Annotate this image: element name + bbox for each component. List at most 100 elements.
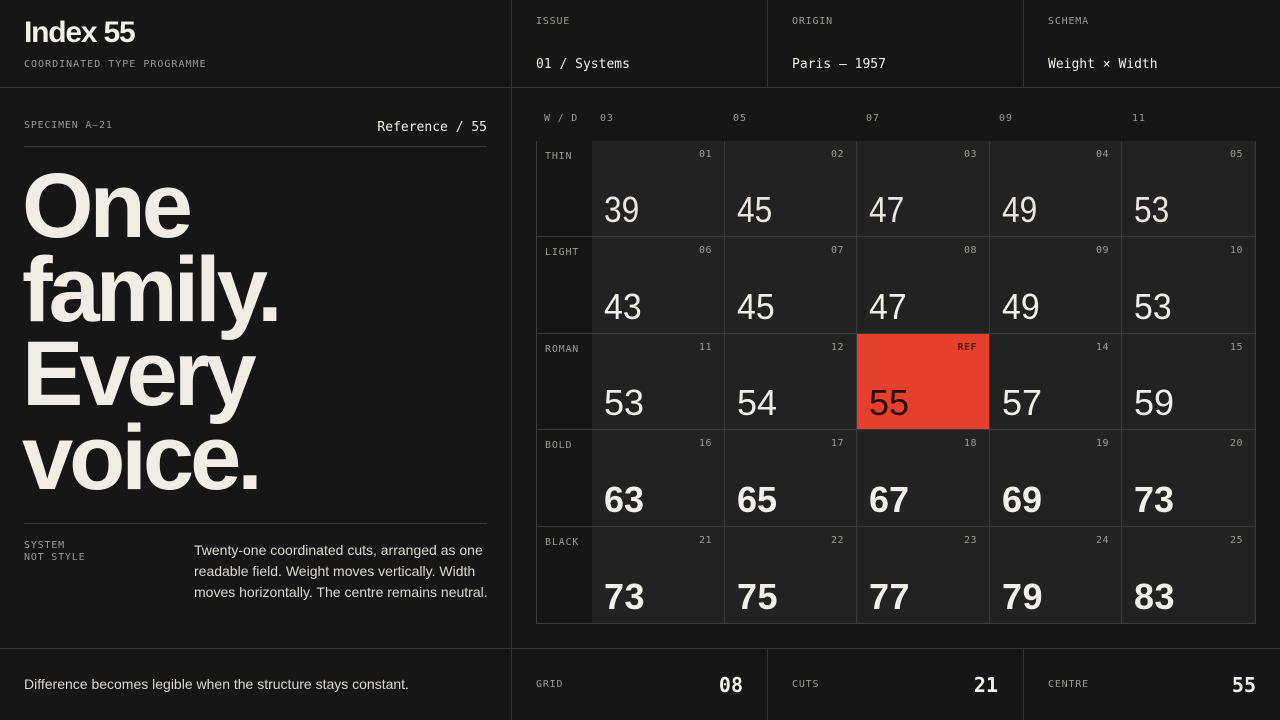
grid-cell[interactable]: 07 45 [725,237,857,334]
column-header: 09 [999,113,1013,124]
stat-value-centre: 55 [1231,673,1256,697]
column-header: 05 [733,113,747,124]
cell-index: 03 [963,149,977,160]
meta-label-issue: ISSUE [536,16,571,27]
grid-cell[interactable]: 12 54 [725,334,857,430]
headline-line: Every [22,323,257,425]
header-divider [0,87,1280,88]
cell-value: 73 [604,576,646,617]
row-label: THIN [545,151,573,162]
cell-index: 21 [698,535,712,546]
cell-value: 49 [1002,189,1038,230]
grid-cell[interactable]: 09 49 [990,237,1122,334]
reference-cell[interactable]: REF 55 [857,334,990,430]
meta-value-schema: Weight × Width [1048,57,1158,72]
grid-cell[interactable]: 05 53 [1122,141,1256,237]
system-tag-line: SYSTEM [24,540,65,551]
specimen-label: SPECIMEN A—21 [24,120,113,131]
cell-value: 73 [1134,479,1175,520]
grid-cell[interactable]: 01 39 [592,141,725,237]
cell-index: 07 [830,245,844,256]
cell-index: 19 [1095,438,1109,449]
cell-value: 69 [1002,479,1043,520]
cell-index: 04 [1095,149,1109,160]
cell-value: 63 [604,479,645,520]
grid-cell[interactable]: 23 77 [857,527,990,624]
meta-label-schema: SCHEMA [1048,16,1089,27]
headline-line: voice. [22,407,263,509]
grid-cell[interactable]: 11 53 [592,334,725,430]
grid-cell[interactable]: 22 75 [725,527,857,624]
stat-label-centre: CENTRE [1048,679,1089,690]
cell-value: 53 [1134,286,1172,327]
cell-value: 49 [1002,286,1040,327]
stat-value-grid: 08 [718,673,743,697]
panel-divider [511,0,512,720]
cell-index: 14 [1095,342,1109,353]
grid-cell[interactable]: 18 67 [857,430,990,527]
row-label: BOLD [545,440,573,451]
cell-index: 12 [830,342,844,353]
cell-index: 20 [1229,438,1243,449]
cell-value: 39 [604,189,640,230]
cell-value: 43 [604,286,642,327]
cell-value: 59 [1134,382,1175,423]
grid-cell[interactable]: 10 53 [1122,237,1256,334]
footer-note: Difference becomes legible when the stru… [24,676,409,692]
meta-divider-2 [1023,0,1024,87]
cell-index: 18 [963,438,977,449]
grid-cell[interactable]: 24 79 [990,527,1122,624]
cell-index: 15 [1229,342,1243,353]
grid-cell[interactable]: 06 43 [592,237,725,334]
grid-cell[interactable]: 21 73 [592,527,725,624]
grid-cell[interactable]: 08 47 [857,237,990,334]
cell-index: 16 [698,438,712,449]
stat-label-cuts: CUTS [792,679,820,690]
cell-index: 24 [1095,535,1109,546]
stat-label-grid: GRID [536,679,564,690]
cell-value: 53 [1134,189,1170,230]
cell-index: 05 [1229,149,1243,160]
column-header: 03 [600,113,614,124]
cell-value: 67 [869,479,910,520]
brand-subtitle: COORDINATED TYPE PROGRAMME [24,59,207,70]
grid-cell[interactable]: 14 57 [990,334,1122,430]
cell-value: 65 [737,479,778,520]
grid-cell[interactable]: 15 59 [1122,334,1256,430]
cell-index: 25 [1229,535,1243,546]
row-label: LIGHT [545,247,580,258]
column-header: 07 [866,113,880,124]
cell-value: 79 [1002,576,1044,617]
cell-value: 54 [737,382,778,423]
grid-cell[interactable]: 25 83 [1122,527,1256,624]
grid-cell[interactable]: 19 69 [990,430,1122,527]
stat-divider-1 [767,648,768,720]
stat-value-cuts: 21 [973,673,998,697]
grid-cell[interactable]: 04 49 [990,141,1122,237]
footer-divider [0,648,1280,649]
cell-index: 11 [698,342,712,353]
cell-index: 22 [830,535,844,546]
headline-line: One [22,155,193,257]
column-header: 11 [1132,113,1146,124]
cell-value: 45 [737,189,773,230]
row-label: BLACK [545,537,580,548]
headline-line: family. [22,239,283,341]
meta-divider-1 [767,0,768,87]
specimen-reference: Reference / 55 [377,120,487,135]
cell-index: 06 [698,245,712,256]
headline: One family. Every voice. [22,155,283,509]
grid-cell[interactable]: 17 65 [725,430,857,527]
meta-value-issue: 01 / Systems [536,57,630,72]
grid-cell[interactable]: 03 47 [857,141,990,237]
brand-title: Index 55 [24,16,136,49]
cell-value: 53 [604,382,645,423]
cell-value: 45 [737,286,775,327]
grid-cell[interactable]: 02 45 [725,141,857,237]
cell-index: REF [957,342,977,353]
cell-index: 17 [830,438,844,449]
cell-value: 83 [1134,576,1176,617]
cell-index: 09 [1095,245,1109,256]
grid-cell[interactable]: 16 63 [592,430,725,527]
grid-cell[interactable]: 20 73 [1122,430,1256,527]
